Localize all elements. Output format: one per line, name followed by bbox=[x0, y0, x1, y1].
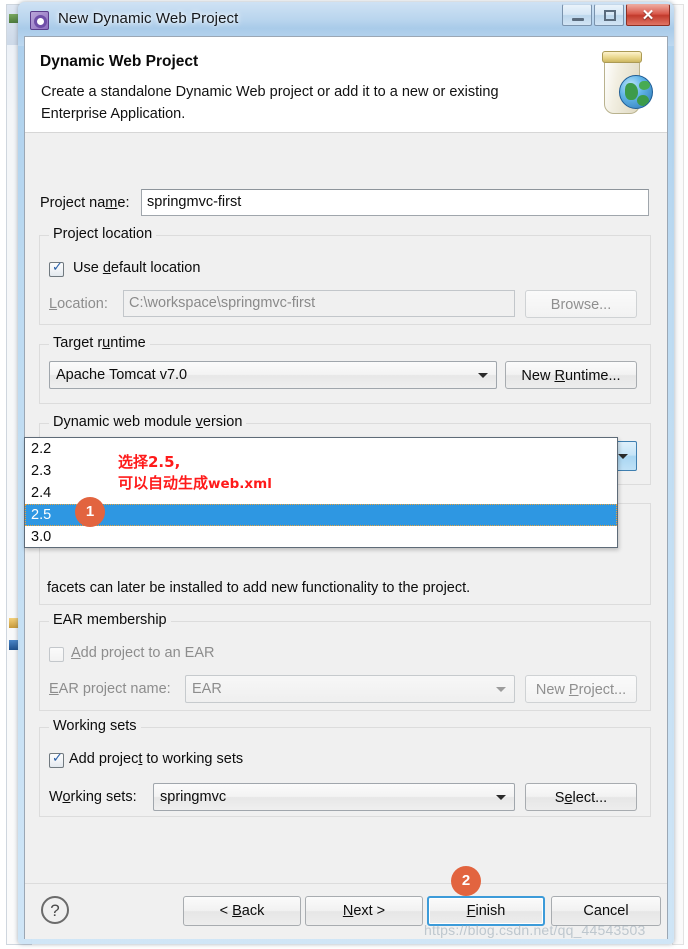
project-location-group-title: Project location bbox=[49, 226, 157, 242]
checkmark-icon: ✓ bbox=[52, 260, 63, 275]
dropdown-option-2-4[interactable]: 2.4 bbox=[25, 482, 617, 504]
page-description: Create a standalone Dynamic Web project … bbox=[41, 84, 499, 122]
target-runtime-group-title: Target runtime bbox=[49, 335, 150, 351]
annotation-note-line2-en: web.xml bbox=[208, 476, 272, 492]
module-version-group-title: Dynamic web module version bbox=[49, 414, 247, 430]
checkmark-icon: ✓ bbox=[52, 751, 63, 766]
close-button[interactable]: ✕ bbox=[626, 4, 670, 26]
project-name-input[interactable]: springmvc-first bbox=[141, 189, 649, 216]
browse-button[interactable]: Browse... bbox=[525, 290, 637, 318]
add-project-to-working-sets-label: Add project to working sets bbox=[69, 751, 244, 767]
maximize-button[interactable] bbox=[594, 4, 624, 26]
title-bar[interactable]: New Dynamic Web Project ✕ bbox=[18, 2, 674, 42]
eclipse-gear-icon bbox=[30, 11, 49, 30]
step-badge-1: 1 bbox=[75, 497, 105, 527]
ear-membership-group-title: EAR membership bbox=[49, 612, 171, 628]
window-title: New Dynamic Web Project bbox=[58, 10, 239, 27]
ear-project-name-value: EAR bbox=[192, 681, 222, 697]
use-default-location-label: Use default location bbox=[73, 260, 201, 276]
select-working-sets-button[interactable]: Select... bbox=[525, 783, 637, 811]
back-button[interactable]: < Back bbox=[183, 896, 301, 926]
dropdown-option-2-5[interactable]: 2.5 bbox=[25, 504, 617, 526]
chevron-down-icon bbox=[496, 795, 506, 800]
ear-project-name-combo[interactable]: EAR bbox=[185, 675, 515, 703]
working-sets-group-title: Working sets bbox=[49, 718, 141, 734]
add-project-to-ear-checkbox[interactable] bbox=[49, 647, 64, 662]
web-project-jar-globe-icon bbox=[591, 45, 657, 123]
working-sets-value: springmvc bbox=[160, 789, 227, 805]
step-badge-2: 2 bbox=[451, 866, 481, 896]
target-runtime-value: Apache Tomcat v7.0 bbox=[56, 367, 188, 383]
dropdown-option-2-3[interactable]: 2.3 bbox=[25, 460, 617, 482]
minimize-button[interactable] bbox=[562, 4, 592, 26]
close-icon: ✕ bbox=[641, 7, 655, 24]
add-project-to-ear-label: Add project to an EAR bbox=[71, 645, 215, 661]
ear-project-name-label: EAR project name: bbox=[49, 681, 171, 697]
annotation-note: 选择2.5, 可以自动生成web.xml bbox=[118, 452, 272, 495]
chevron-down-icon bbox=[478, 373, 488, 378]
use-default-location-checkbox[interactable]: ✓ bbox=[49, 260, 64, 277]
annotation-note-line2-cn: 可以自动生成 bbox=[118, 474, 209, 492]
page-title: Dynamic Web Project bbox=[40, 53, 199, 70]
new-project-button[interactable]: New Project... bbox=[525, 675, 637, 703]
location-label: Location: bbox=[49, 296, 108, 312]
module-version-dropdown-list[interactable]: 2.2 2.3 2.4 2.5 3.0 bbox=[24, 437, 618, 548]
location-input[interactable]: C:\workspace\springmvc-first bbox=[123, 290, 515, 317]
minimize-icon bbox=[572, 18, 584, 21]
chevron-down-icon bbox=[618, 454, 628, 459]
project-name-label: Project name: bbox=[40, 195, 130, 211]
maximize-icon bbox=[604, 10, 616, 21]
annotation-note-line1: 选择2.5, bbox=[118, 453, 181, 471]
help-icon[interactable]: ? bbox=[41, 896, 69, 924]
dropdown-option-3-0[interactable]: 3.0 bbox=[25, 526, 617, 548]
dialog-header: Dynamic Web Project Create a standalone … bbox=[25, 37, 667, 133]
annotation-note-line2: 可以自动生成web.xml bbox=[118, 473, 272, 495]
new-runtime-button[interactable]: New Runtime... bbox=[505, 361, 637, 389]
watermark: https://blog.csdn.net/qq_44543503 bbox=[424, 922, 646, 938]
working-sets-label: Working sets: bbox=[49, 789, 137, 805]
chevron-down-icon bbox=[496, 687, 506, 692]
target-runtime-combo[interactable]: Apache Tomcat v7.0 bbox=[49, 361, 497, 389]
next-button[interactable]: Next > bbox=[305, 896, 423, 926]
working-sets-combo[interactable]: springmvc bbox=[153, 783, 515, 811]
dropdown-option-2-2[interactable]: 2.2 bbox=[25, 438, 617, 460]
add-project-to-working-sets-checkbox[interactable]: ✓ bbox=[49, 751, 64, 768]
configuration-description: facets can later be installed to add new… bbox=[47, 580, 471, 596]
